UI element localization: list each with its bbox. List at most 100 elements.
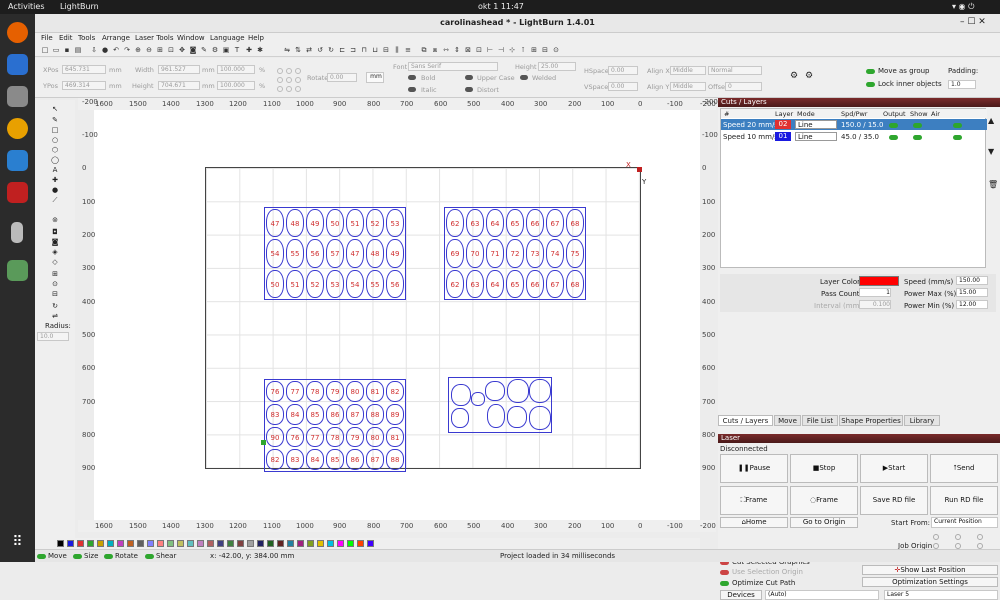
align-icon[interactable]: ⊟ (51, 290, 59, 298)
palette-swatch[interactable] (237, 540, 244, 547)
head-shape[interactable]: 65 (506, 269, 524, 298)
stop-button[interactable]: ■Stop (790, 454, 858, 483)
save-rd-button[interactable]: Save RD file (860, 486, 928, 515)
tab-file-list[interactable]: File List (802, 415, 838, 426)
align-y-select[interactable]: Middle (670, 82, 706, 91)
start-button[interactable]: ▶Start (860, 454, 928, 483)
polygon-tool-icon[interactable]: ⬡ (51, 146, 59, 154)
move-tool-icon[interactable]: ✚ (245, 46, 253, 54)
head-shape[interactable]: 70 (466, 239, 484, 268)
array-icon[interactable]: ⊞ (530, 46, 538, 54)
head-shape[interactable]: 84 (286, 403, 304, 425)
palette-swatch[interactable] (317, 540, 324, 547)
move-toggle[interactable] (37, 552, 46, 560)
open-file-icon[interactable]: ▭ (52, 46, 60, 54)
palette-swatch[interactable] (227, 540, 234, 547)
boolean-intersect-icon[interactable]: ◈ (51, 248, 59, 256)
head-shape[interactable]: 47 (346, 239, 364, 268)
group-icon[interactable]: ⧉ (420, 46, 428, 54)
move-together-icon[interactable]: ⊠ (464, 46, 472, 54)
files-icon[interactable] (7, 86, 28, 107)
circle-shape[interactable] (507, 379, 529, 403)
trace-icon[interactable]: ✎ (200, 46, 208, 54)
redo-icon[interactable]: ↷ (123, 46, 131, 54)
head-shape[interactable]: 66 (526, 209, 544, 238)
menu-laser-tools[interactable]: Laser Tools (135, 34, 174, 42)
pass-count-input[interactable]: 1 (859, 288, 891, 297)
head-shape[interactable]: 72 (506, 239, 524, 268)
ypos-input[interactable]: 469.314 (62, 81, 106, 90)
move-as-group-toggle[interactable] (866, 67, 875, 75)
menu-tools[interactable]: Tools (78, 34, 95, 42)
head-shape[interactable]: 49 (306, 209, 324, 238)
head-shape[interactable]: 88 (386, 449, 404, 470)
tab-library[interactable]: Library (904, 415, 940, 426)
head-shape[interactable]: 48 (286, 209, 304, 238)
width-input[interactable]: 961.527 (158, 65, 200, 74)
dock-left-icon[interactable]: ⊢ (486, 46, 494, 54)
head-shape[interactable]: 63 (466, 209, 484, 238)
palette-swatch[interactable] (197, 540, 204, 547)
firefox-icon[interactable] (7, 22, 28, 43)
head-shape[interactable]: 82 (386, 381, 404, 402)
selection-handle[interactable] (261, 440, 266, 445)
air-toggle[interactable] (953, 121, 962, 129)
frame-button[interactable]: ⛶Frame (720, 486, 788, 515)
weld-icon[interactable]: ◇ (51, 258, 59, 266)
head-shape[interactable]: 84 (306, 449, 324, 470)
head-shape[interactable]: 54 (266, 239, 284, 268)
palette-swatch[interactable] (267, 540, 274, 547)
circle-shape[interactable] (471, 392, 485, 406)
layer-color-chip[interactable]: 01 (775, 132, 791, 141)
tab-shape-properties[interactable]: Shape Properties (839, 415, 903, 426)
palette-swatch[interactable] (307, 540, 314, 547)
palette-swatch[interactable] (287, 540, 294, 547)
distribute-h-icon[interactable]: ⫼ (393, 46, 401, 54)
head-shape[interactable]: 50 (266, 269, 284, 298)
air-toggle[interactable] (953, 133, 962, 141)
upper-case-toggle[interactable] (465, 75, 473, 80)
circle-shape[interactable] (529, 406, 551, 430)
go-to-origin-button[interactable]: Go to Origin (790, 517, 858, 528)
distribute-v-icon[interactable]: ≡ (404, 46, 412, 54)
offset-tool-icon[interactable]: ⊚ (51, 216, 59, 224)
head-shape[interactable]: 87 (366, 449, 384, 470)
apps-grid-icon[interactable]: ⠿ (7, 534, 28, 555)
palette-swatch[interactable] (257, 540, 264, 547)
head-shape[interactable]: 86 (346, 449, 364, 470)
design-group-2[interactable]: 62 63 64 65 66 67 68 69 70 71 72 73 74 75 62 63 64 65 66 67… (444, 207, 586, 300)
text-tool-icon[interactable]: A (51, 166, 59, 174)
select-tool-icon[interactable]: ↖ (51, 105, 59, 113)
align-center-icon[interactable]: ⊟ (382, 46, 390, 54)
design-group-1[interactable]: 47 48 49 50 51 52 53 54 55 56 57 47 48 49 50 51 52 53 54 55… (264, 207, 406, 300)
layer-row[interactable]: Speed 10 mm/s 01 Line 45.0 / 35.0 (721, 131, 987, 142)
distort-toggle[interactable] (465, 87, 473, 92)
head-shape[interactable]: 54 (346, 269, 364, 298)
circle-shape[interactable] (485, 381, 505, 401)
rotate-cw-icon[interactable]: ↻ (327, 46, 335, 54)
rectangle-tool-icon[interactable]: □ (51, 126, 59, 134)
head-shape[interactable]: 67 (546, 209, 564, 238)
head-shape[interactable]: 50 (326, 209, 344, 238)
dock-right-icon[interactable]: ⊣ (497, 46, 505, 54)
circle-shape[interactable] (507, 406, 527, 428)
power-max-input[interactable]: 15.00 (956, 288, 988, 297)
show-toggle[interactable] (913, 133, 922, 141)
circle-tool-icon[interactable]: ◯ (51, 156, 59, 164)
circular-array-icon[interactable]: ⊙ (51, 280, 59, 288)
layer-row[interactable]: Speed 20 mm/s 02 Line 150.0 / 15.0 (721, 119, 987, 130)
head-shape[interactable]: 56 (386, 269, 404, 298)
menu-language[interactable]: Language (210, 34, 245, 42)
usb-drive-icon[interactable] (11, 222, 23, 243)
layer-color-swatch[interactable] (859, 276, 899, 286)
palette-swatch[interactable] (207, 540, 214, 547)
palette-swatch[interactable] (147, 540, 154, 547)
grid-array-tool-icon[interactable]: ⊞ (51, 270, 59, 278)
palette-swatch[interactable] (77, 540, 84, 547)
head-shape[interactable]: 73 (526, 239, 544, 268)
menu-window[interactable]: Window (177, 34, 205, 42)
head-shape[interactable]: 64 (486, 269, 504, 298)
thunderbird-icon[interactable] (7, 54, 28, 75)
head-shape[interactable]: 76 (266, 381, 284, 402)
palette-swatch[interactable] (57, 540, 64, 547)
